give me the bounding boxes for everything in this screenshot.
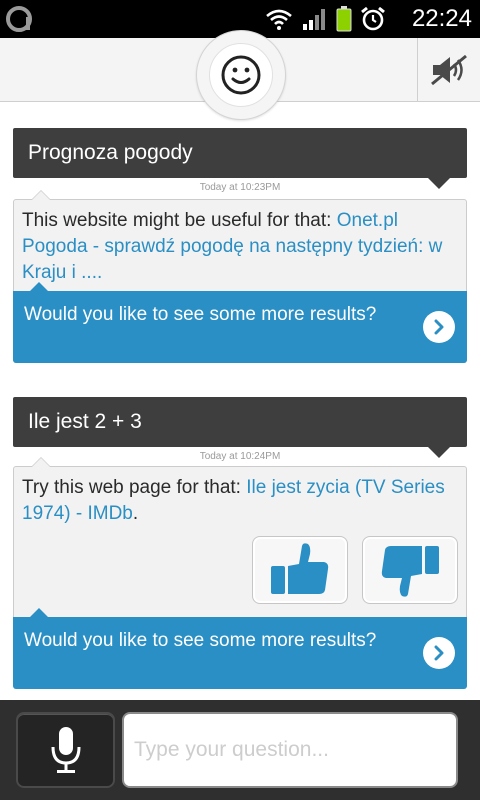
query-text: Prognoza pogody: [28, 141, 193, 164]
question-input[interactable]: [122, 712, 458, 788]
answer-prefix: Try this web page for that:: [22, 477, 247, 498]
conversation-area[interactable]: Prognoza pogody Today at 10:23PM This we…: [0, 103, 480, 700]
bubble-notch: [30, 282, 48, 291]
thumbs-down-icon: [381, 546, 439, 597]
more-results-button[interactable]: Would you like to see some more results?: [13, 282, 467, 363]
timestamp: Today at 10:24PM: [199, 451, 281, 462]
chevron-right-icon: [423, 637, 455, 669]
app-logo-icon: [6, 6, 32, 32]
battery-icon: [336, 6, 352, 32]
speaker-muted-icon: [431, 54, 467, 86]
thumbs-up-button[interactable]: [252, 536, 348, 604]
user-query-bubble: Prognoza pogody: [13, 128, 467, 189]
microphone-button[interactable]: [16, 712, 115, 788]
more-results-label: Would you like to see some more results?: [24, 630, 377, 651]
mute-button[interactable]: [418, 38, 480, 102]
smiley-face-icon: [221, 55, 261, 95]
answer-text: This website might be useful for that: O…: [22, 208, 452, 286]
answer-suffix: .: [132, 503, 139, 524]
assistant-answer-bubble: Try this web page for that: Ile jest zyc…: [13, 457, 467, 689]
user-query-bubble: Ile jest 2 + 3: [13, 397, 467, 458]
status-clock: 22:24: [411, 5, 472, 32]
more-results-button[interactable]: Would you like to see some more results?: [13, 608, 467, 689]
thumbs-up-icon: [271, 543, 329, 594]
avatar: [209, 43, 273, 107]
thumbs-down-button[interactable]: [362, 536, 458, 604]
bubble-notch: [31, 190, 51, 200]
system-icons: [264, 6, 386, 32]
more-results-label: Would you like to see some more results?: [24, 304, 377, 325]
answer-prefix: This website might be useful for that:: [22, 210, 337, 231]
timestamp: Today at 10:23PM: [199, 182, 281, 193]
assistant-avatar-button[interactable]: [196, 30, 286, 120]
answer-text: Try this web page for that: Ile jest zyc…: [22, 475, 452, 527]
wifi-icon: [266, 9, 292, 30]
query-text: Ile jest 2 + 3: [28, 410, 142, 433]
input-bar: [0, 700, 480, 800]
bubble-notch: [31, 457, 51, 467]
assistant-answer-bubble: This website might be useful for that: O…: [13, 190, 467, 363]
chevron-right-icon: [423, 311, 455, 343]
bubble-notch: [30, 608, 48, 617]
signal-icon: [303, 9, 325, 30]
microphone-icon: [51, 727, 80, 773]
alarm-icon: [361, 6, 385, 31]
